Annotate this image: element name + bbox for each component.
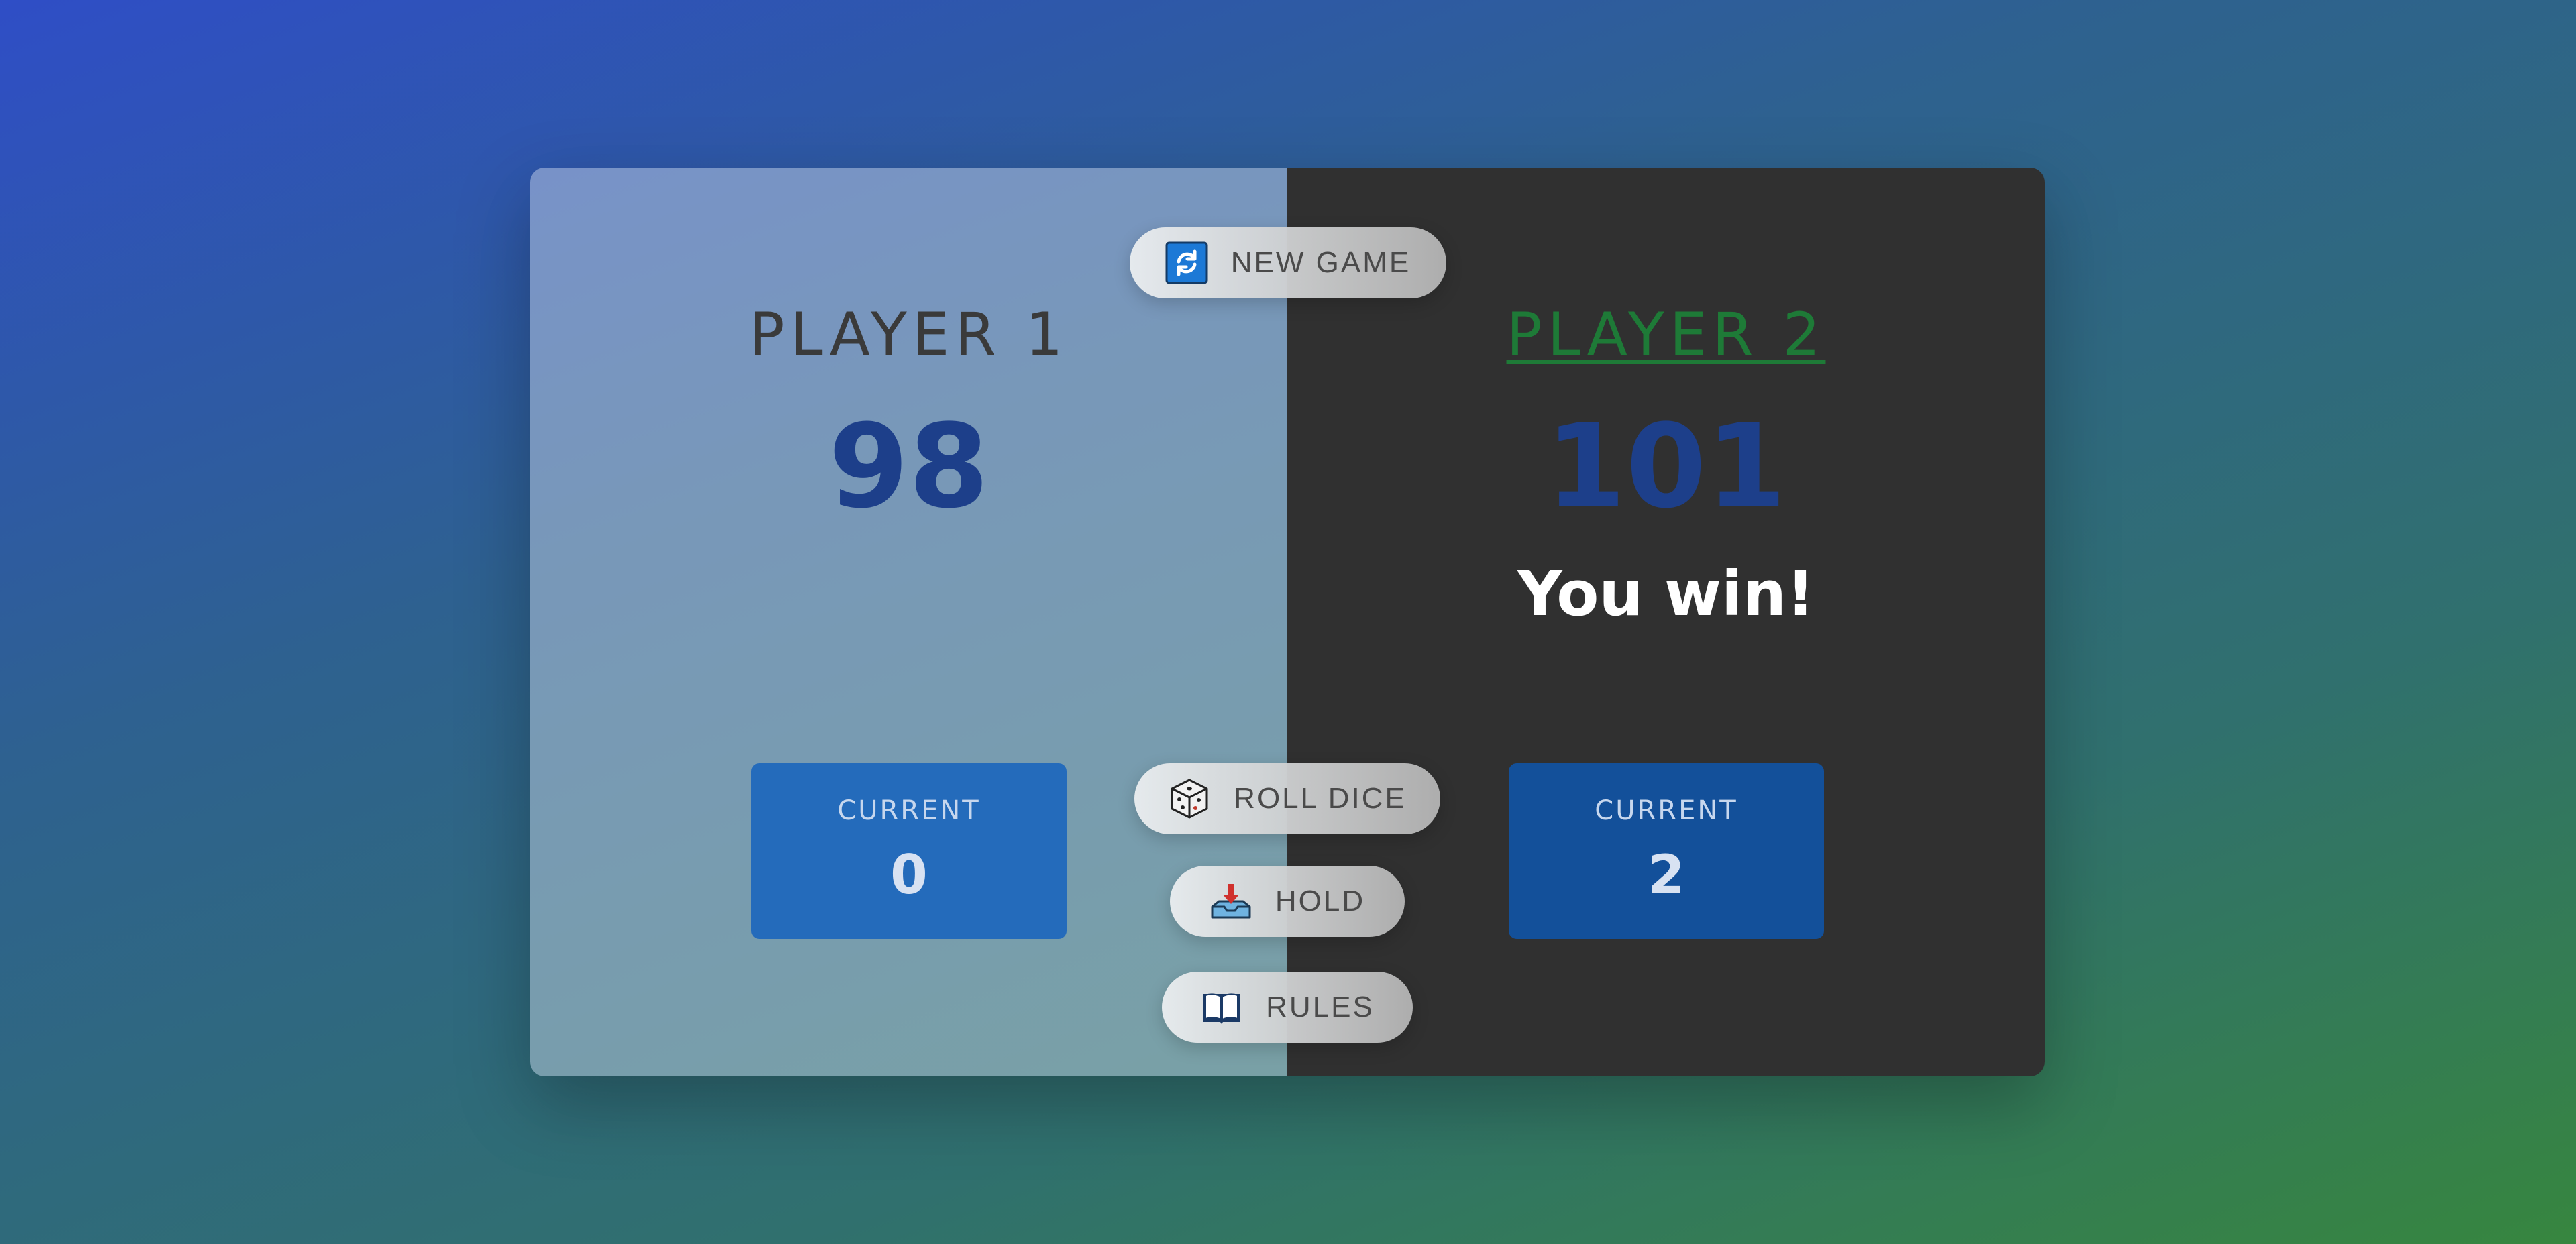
inbox-tray-icon: [1210, 880, 1252, 923]
roll-dice-button[interactable]: ROLL DICE: [1134, 763, 1440, 834]
game-board: PLAYER 1 98 CURRENT 0 PLAYER 2 101 You w…: [530, 168, 2045, 1076]
hold-button[interactable]: HOLD: [1170, 866, 1405, 937]
player-2-current-label: CURRENT: [1595, 795, 1738, 826]
rules-button[interactable]: RULES: [1162, 972, 1413, 1043]
hold-label: HOLD: [1275, 885, 1366, 917]
player-1-current-box: CURRENT 0: [751, 763, 1067, 939]
player-1-score: 98: [828, 399, 989, 534]
player-2-name: PLAYER 2: [1506, 300, 1826, 369]
player-2-current-value: 2: [1648, 844, 1685, 906]
new-game-button[interactable]: NEW GAME: [1130, 227, 1446, 298]
dice-icon: [1168, 777, 1211, 820]
player-2-panel: PLAYER 2 101 You win! CURRENT 2: [1287, 168, 2045, 1076]
player-2-current-box: CURRENT 2: [1509, 763, 1824, 939]
new-game-label: NEW GAME: [1230, 246, 1411, 279]
player-1-current-label: CURRENT: [837, 795, 981, 826]
player-1-name: PLAYER 1: [749, 300, 1069, 369]
refresh-icon: [1165, 241, 1208, 284]
player-1-panel: PLAYER 1 98 CURRENT 0: [530, 168, 1287, 1076]
roll-dice-label: ROLL DICE: [1234, 782, 1407, 815]
open-book-icon: [1200, 986, 1243, 1029]
rules-label: RULES: [1266, 991, 1375, 1023]
player-1-current-value: 0: [890, 844, 928, 906]
win-message: You win!: [1517, 558, 1815, 630]
player-2-score: 101: [1545, 399, 1787, 534]
